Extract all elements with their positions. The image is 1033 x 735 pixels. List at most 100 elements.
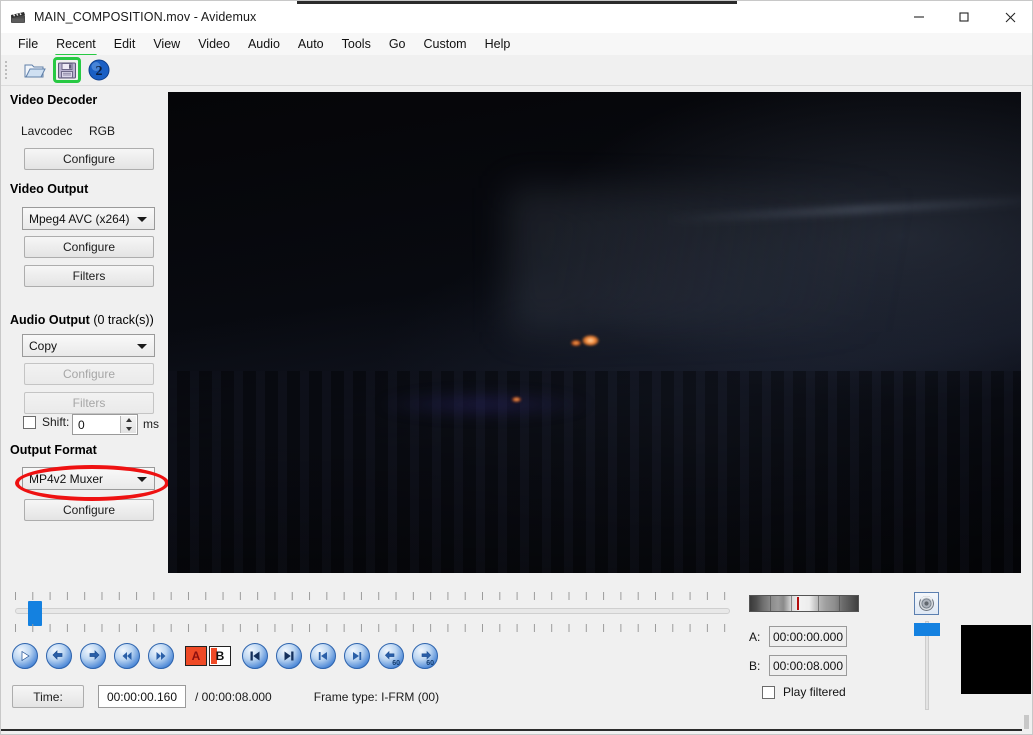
- total-duration-label: / 00:00:08.000: [195, 689, 272, 704]
- window-bottom-border: [1, 729, 1024, 731]
- video-preview[interactable]: [168, 92, 1021, 573]
- menu-bar: File Recent Edit View Video Audio Auto T…: [1, 33, 1032, 57]
- volume-control: [914, 592, 940, 710]
- menu-item-tools[interactable]: Tools: [333, 35, 380, 53]
- time-button[interactable]: Time:: [12, 685, 84, 708]
- circled-two-icon: 2: [85, 57, 113, 83]
- timeline-ticks-bottom: [15, 624, 730, 632]
- menu-item-audio[interactable]: Audio: [239, 35, 289, 53]
- go-to-end-button[interactable]: [344, 643, 370, 669]
- audio-shift-input[interactable]: 0: [72, 414, 138, 435]
- window-controls: [896, 1, 1032, 33]
- floppy-disk-save-icon[interactable]: [53, 57, 81, 83]
- video-output-configure-button[interactable]: Configure: [24, 236, 154, 258]
- audio-output-codec-value: Copy: [29, 338, 58, 353]
- menu-item-go[interactable]: Go: [380, 35, 415, 53]
- video-decoder-heading: Video Decoder: [10, 93, 98, 107]
- audio-output-codec-select[interactable]: Copy: [22, 334, 155, 357]
- audio-shift-label: Shift:: [42, 415, 70, 429]
- go-to-marker-a-button[interactable]: [242, 643, 268, 669]
- toolbar-drag-handle[interactable]: [4, 60, 9, 80]
- audio-track-count: (0 track(s)): [93, 313, 154, 327]
- video-flame-spark-main: [581, 334, 599, 346]
- next-frame-button[interactable]: [80, 643, 106, 669]
- menu-item-view[interactable]: View: [144, 35, 189, 53]
- frame-thumbnail[interactable]: [961, 625, 1031, 694]
- time-row: Time: 00:00:00.160 / 00:00:08.000 Frame …: [12, 685, 439, 708]
- svg-text:2: 2: [96, 64, 103, 79]
- menu-item-auto[interactable]: Auto: [289, 35, 333, 53]
- menu-item-custom[interactable]: Custom: [415, 35, 476, 53]
- selection-range-strip[interactable]: [749, 595, 859, 612]
- go-to-start-button[interactable]: [310, 643, 336, 669]
- player-bar: A B 60 60 Time: 00:00:00.160 / 00:00:08.…: [1, 581, 1032, 716]
- timeline-slider[interactable]: [15, 592, 730, 632]
- previous-frame-button[interactable]: [46, 643, 72, 669]
- back-60-label: 60: [392, 660, 400, 667]
- marker-b-button[interactable]: B: [209, 646, 231, 666]
- window-top-accent: [297, 1, 737, 4]
- window-title: MAIN_COMPOSITION.mov - Avidemux: [34, 10, 257, 24]
- menu-item-help[interactable]: Help: [476, 35, 520, 53]
- output-format-value: MP4v2 Muxer: [29, 471, 104, 486]
- stepper-down-icon[interactable]: [121, 425, 136, 434]
- marker-a-label: A: [191, 649, 201, 663]
- audio-shift-unit: ms: [143, 417, 159, 431]
- ab-selection-panel: A: 00:00:00.000 B: 00:00:08.000 Play fil…: [749, 595, 899, 699]
- timeline-groove: [15, 608, 730, 614]
- menu-item-file[interactable]: File: [9, 35, 47, 53]
- minimize-button[interactable]: [896, 1, 941, 33]
- forward-60-button[interactable]: 60: [412, 643, 438, 669]
- chevron-down-icon: [137, 343, 147, 349]
- video-output-codec-select[interactable]: Mpeg4 AVC (x264): [22, 207, 155, 230]
- scrollbar-thumb[interactable]: [1024, 715, 1029, 729]
- playback-controls: A B 60 60: [12, 643, 438, 669]
- play-button[interactable]: [12, 643, 38, 669]
- output-format-heading: Output Format: [10, 443, 97, 457]
- chevron-down-icon: [137, 476, 147, 482]
- audio-output-configure-button[interactable]: Configure: [24, 363, 154, 385]
- audio-shift-checkbox[interactable]: [23, 415, 36, 429]
- current-time-input[interactable]: 00:00:00.160: [98, 685, 186, 708]
- play-filtered-checkbox[interactable]: [762, 685, 775, 699]
- audio-shift-stepper[interactable]: [120, 416, 136, 433]
- maximize-button[interactable]: [941, 1, 986, 33]
- video-skyline-layer: [168, 370, 1021, 573]
- marker-a-time-field[interactable]: 00:00:00.000: [769, 626, 847, 647]
- menu-item-edit[interactable]: Edit: [105, 35, 145, 53]
- output-format-select[interactable]: MP4v2 Muxer: [22, 467, 155, 490]
- back-60-button[interactable]: 60: [378, 643, 404, 669]
- timeline-handle[interactable]: [28, 601, 42, 626]
- fast-forward-button[interactable]: [148, 643, 174, 669]
- audio-output-filters-button[interactable]: Filters: [24, 392, 154, 414]
- video-decoder-configure-button[interactable]: Configure: [24, 148, 154, 170]
- selection-position-marker: [797, 597, 799, 610]
- open-folder-icon[interactable]: [21, 57, 49, 83]
- close-button[interactable]: [986, 1, 1032, 33]
- menu-item-video[interactable]: Video: [189, 35, 239, 53]
- speaker-volume-icon[interactable]: [914, 592, 939, 615]
- video-output-filters-button[interactable]: Filters: [24, 265, 154, 287]
- marker-a-key: A:: [749, 629, 761, 644]
- menu-item-recent[interactable]: Recent: [47, 35, 105, 57]
- video-haze-layer: [509, 188, 1021, 333]
- go-to-marker-b-button[interactable]: [276, 643, 302, 669]
- decoder-colorspace-label: RGB: [89, 124, 116, 138]
- forward-60-label: 60: [426, 660, 434, 667]
- stepper-up-icon[interactable]: [121, 416, 136, 425]
- marker-b-time-field[interactable]: 00:00:08.000: [769, 655, 847, 676]
- timeline-ticks-top: [15, 592, 730, 600]
- title-bar: MAIN_COMPOSITION.mov - Avidemux: [1, 1, 1032, 33]
- avidemux-window: MAIN_COMPOSITION.mov - Avidemux File Rec…: [0, 0, 1033, 735]
- rewind-button[interactable]: [114, 643, 140, 669]
- audio-output-heading: Audio Output (0 track(s)): [10, 313, 154, 327]
- marker-a-row: A: 00:00:00.000: [749, 626, 899, 647]
- marker-b-row: B: 00:00:08.000: [749, 655, 899, 676]
- volume-slider-handle[interactable]: [914, 623, 940, 636]
- video-output-heading: Video Output: [10, 182, 89, 196]
- output-format-configure-button[interactable]: Configure: [24, 499, 154, 521]
- marker-b-label: B: [215, 649, 225, 663]
- marker-a-button[interactable]: A: [185, 646, 207, 666]
- vertical-scrollbar[interactable]: [1022, 714, 1031, 731]
- audio-shift-value: 0: [78, 417, 85, 432]
